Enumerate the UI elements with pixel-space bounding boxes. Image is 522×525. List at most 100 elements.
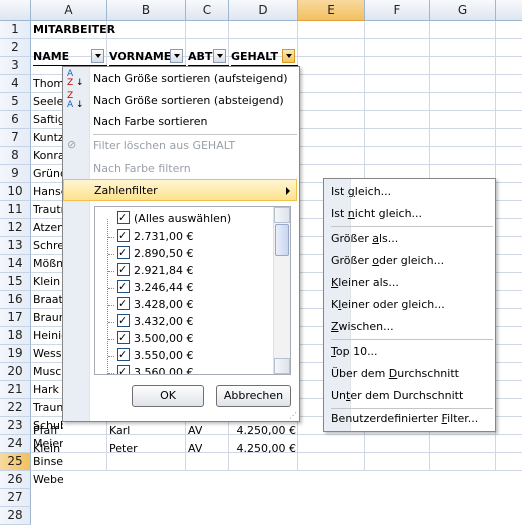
resize-grip-icon[interactable]: ⋰ [289, 411, 297, 420]
row-header-8[interactable]: 8 [0, 147, 31, 165]
submenu-above-average[interactable]: Über dem Durchschnitt [331, 363, 459, 385]
checkbox[interactable] [117, 312, 130, 329]
row-header-3[interactable]: 3 [0, 57, 31, 75]
submenu-greater[interactable]: Größer als... [331, 228, 398, 250]
row-header-5[interactable]: 5 [0, 93, 31, 111]
cell-name[interactable]: Klein [33, 273, 63, 290]
cell-name[interactable]: Saftig [33, 111, 63, 128]
cell-name[interactable]: Kuntz [33, 129, 63, 146]
list-item[interactable]: 2.921,84 € [108, 261, 193, 279]
row-header-23[interactable]: 23 [0, 417, 31, 435]
row-header-7[interactable]: 7 [0, 129, 31, 147]
column-header-c[interactable]: C [186, 0, 229, 20]
cell-name[interactable]: Konra [33, 147, 63, 164]
list-item[interactable]: 3.432,00 € [108, 312, 193, 330]
cell-name[interactable]: Gründ [33, 165, 63, 182]
submenu-not-equals[interactable]: Ist nicht gleich... [331, 203, 422, 225]
menu-number-filter[interactable]: Zahlenfilter [63, 179, 297, 201]
submenu-equals[interactable]: Ist gleich... [331, 181, 391, 203]
row-header-10[interactable]: 10 [0, 183, 31, 201]
filter-value-list[interactable]: (Alles auswählen) 2.731,00 € 2.890,50 € 2.9… [94, 206, 291, 375]
cell-gehalt[interactable]: 4.250,00 € [229, 422, 296, 439]
row-header-2[interactable]: 2 [0, 39, 31, 57]
filter-dropdown-vorname[interactable] [170, 49, 183, 63]
cell-gehalt[interactable]: 4.250,00 € [229, 440, 296, 457]
cell-name[interactable]: Klein [33, 440, 93, 457]
row-header-11[interactable]: 11 [0, 201, 31, 219]
row-header-9[interactable]: 9 [0, 165, 31, 183]
row-header-17[interactable]: 17 [0, 309, 31, 327]
column-header-b[interactable]: B [107, 0, 186, 20]
cell-name[interactable]: Pfaff [33, 422, 93, 439]
row-header-1[interactable]: 1 [0, 21, 31, 39]
list-item[interactable]: 3.428,00 € [108, 295, 193, 313]
menu-sort-by-color[interactable]: Nach Farbe sortieren [93, 111, 207, 133]
cell-name[interactable]: Mößne [33, 255, 63, 272]
cell-abt[interactable]: AV [188, 440, 202, 457]
cell-name[interactable]: Webe [33, 471, 63, 488]
submenu-greater-equal[interactable]: Größer oder gleich... [331, 250, 444, 272]
title-cell[interactable]: MITARBEITER [33, 21, 115, 38]
column-header-g[interactable]: G [430, 0, 496, 20]
list-item-select-all[interactable]: (Alles auswählen) [117, 209, 231, 227]
cell-name[interactable]: Schre [33, 237, 63, 254]
cell-name[interactable]: Thome [33, 75, 63, 92]
scroll-thumb[interactable] [275, 224, 289, 256]
cell-name[interactable]: Braun [33, 309, 63, 326]
row-header-26[interactable]: 26 [0, 471, 31, 489]
column-header-e[interactable]: E [298, 0, 365, 21]
row-header-4[interactable]: 4 [0, 75, 31, 93]
list-item[interactable]: 3.246,44 € [108, 278, 193, 296]
row-header-12[interactable]: 12 [0, 219, 31, 237]
cell-name[interactable]: Traun [33, 399, 63, 416]
column-header-d[interactable]: D [229, 0, 298, 20]
cell-vorname[interactable]: Peter [109, 440, 138, 457]
select-all-corner[interactable] [0, 0, 31, 20]
checkbox[interactable] [117, 209, 130, 226]
row-header-25[interactable]: 25 [0, 453, 31, 471]
cell-vorname[interactable]: Karl [109, 422, 130, 439]
row-header-24[interactable]: 24 [0, 435, 31, 453]
row-header-15[interactable]: 15 [0, 273, 31, 291]
cell-abt[interactable]: AV [188, 422, 202, 439]
scroll-down-button[interactable] [274, 358, 290, 374]
filter-dropdown-abt[interactable] [213, 49, 226, 63]
list-item[interactable]: 2.890,50 € [108, 244, 193, 262]
row-header-21[interactable]: 21 [0, 381, 31, 399]
row-header-28[interactable]: 28 [0, 507, 31, 525]
row-header-6[interactable]: 6 [0, 111, 31, 129]
row-header-22[interactable]: 22 [0, 399, 31, 417]
cell-name[interactable]: Heinic [33, 327, 63, 344]
submenu-top10[interactable]: Top 10... [331, 341, 378, 363]
row-header-13[interactable]: 13 [0, 237, 31, 255]
submenu-less[interactable]: Kleiner als... [331, 272, 399, 294]
checkbox[interactable] [117, 295, 130, 312]
row-header-20[interactable]: 20 [0, 363, 31, 381]
cancel-button[interactable]: Abbrechen [216, 385, 291, 407]
row-header-19[interactable]: 19 [0, 345, 31, 363]
list-item[interactable]: 3.560,00 € [108, 363, 193, 374]
row-header-16[interactable]: 16 [0, 291, 31, 309]
cell-name[interactable]: Braatz [33, 291, 63, 308]
cell-name[interactable]: Hark [33, 381, 63, 398]
checkbox[interactable] [117, 278, 130, 295]
checkbox[interactable] [117, 329, 130, 346]
cell-name[interactable]: Seeler [33, 93, 63, 110]
submenu-between[interactable]: Zwischen... [331, 316, 394, 338]
row-header-27[interactable]: 27 [0, 489, 31, 507]
cell-name[interactable]: Hanse [33, 183, 63, 200]
submenu-below-average[interactable]: Unter dem Durchschnitt [331, 385, 463, 407]
column-header-f[interactable]: F [365, 0, 430, 20]
menu-sort-descending[interactable]: Nach Größe sortieren (absteigend) [93, 90, 284, 112]
submenu-custom-filter[interactable]: Benutzerdefinierter Filter... [331, 408, 478, 430]
checkbox[interactable] [117, 363, 130, 374]
cell-name[interactable]: Atzen [33, 219, 63, 236]
filter-dropdown-name[interactable] [91, 49, 104, 63]
list-scrollbar[interactable] [273, 207, 290, 374]
checkbox[interactable] [117, 244, 130, 261]
cell-name[interactable]: Wess [33, 345, 63, 362]
cell-name[interactable]: Trautn [33, 201, 63, 218]
submenu-less-equal[interactable]: Kleiner oder gleich... [331, 294, 445, 316]
row-header-14[interactable]: 14 [0, 255, 31, 273]
list-item[interactable]: 3.500,00 € [108, 329, 193, 347]
